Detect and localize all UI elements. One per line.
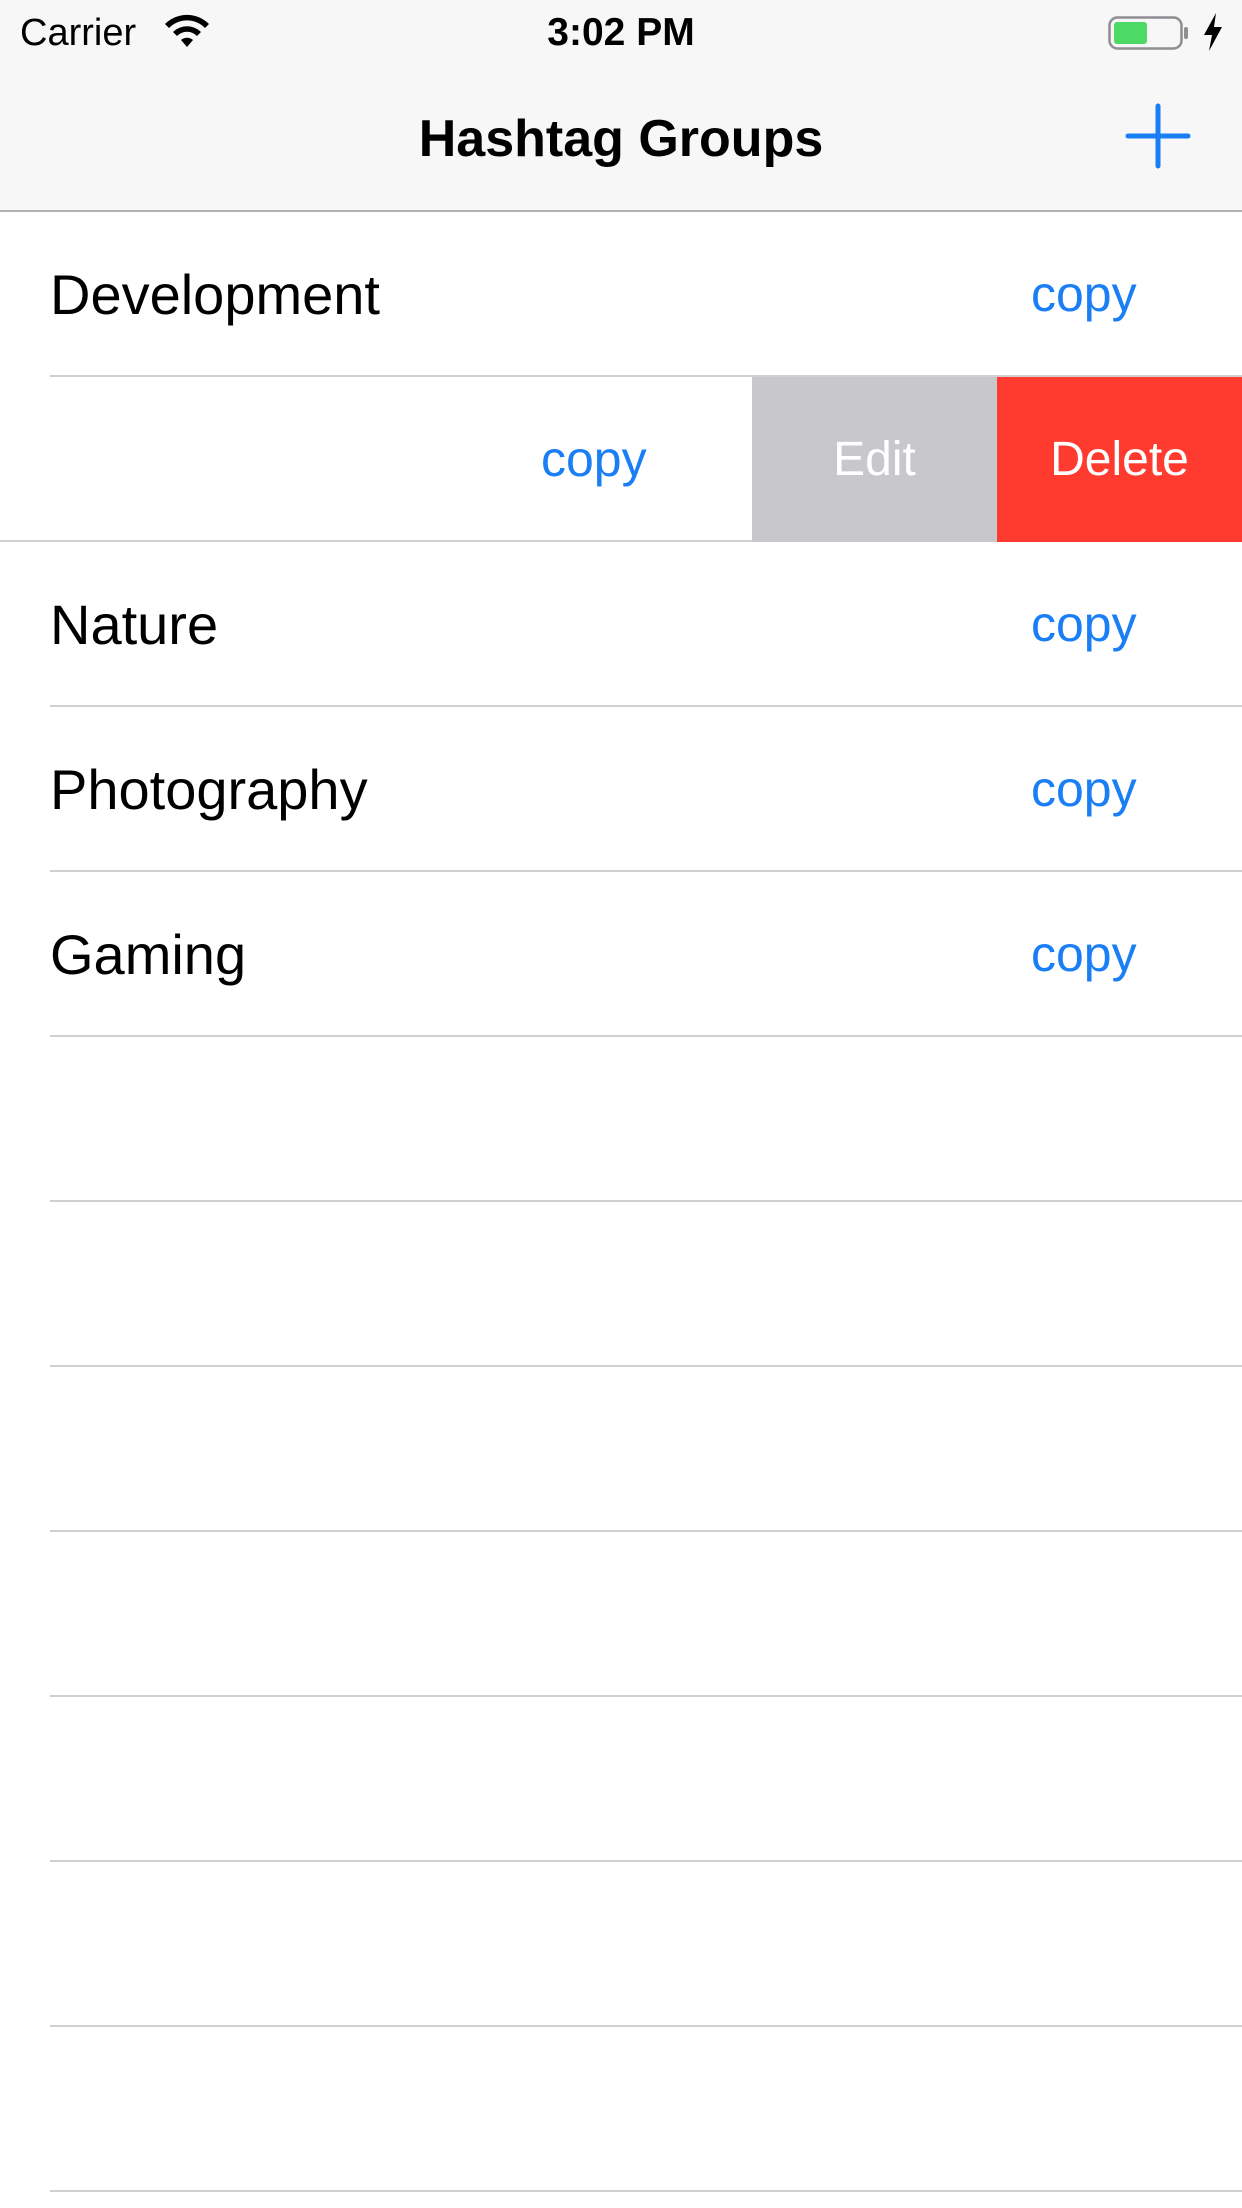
row-divider	[50, 2190, 1242, 2192]
page-title: Hashtag Groups	[418, 110, 824, 168]
copy-button[interactable]: copy	[1031, 542, 1137, 707]
group-title: Nature	[50, 593, 219, 656]
navigation-bar: Carrier 3:02 PM Hashtag Groups	[0, 0, 1242, 212]
group-title: Development	[50, 263, 380, 326]
delete-button[interactable]: Delete	[997, 377, 1242, 542]
empty-row	[0, 1037, 1242, 1202]
hashtag-groups-screen: Carrier 3:02 PM Hashtag Groups Developme…	[0, 0, 1242, 2208]
charging-bolt-icon	[1204, 13, 1222, 51]
status-time: 3:02 PM	[547, 11, 695, 54]
battery-icon	[1108, 16, 1188, 50]
empty-row	[0, 1697, 1242, 1862]
table-row-swiped[interactable]: copy Edit Delete	[0, 377, 1242, 542]
copy-button[interactable]: copy	[1031, 707, 1137, 872]
table-row[interactable]: Photography copy	[0, 707, 1242, 872]
status-bar: Carrier 3:02 PM	[0, 0, 1242, 66]
table-row[interactable]: Nature copy	[0, 542, 1242, 707]
add-group-button[interactable]	[1122, 100, 1194, 172]
copy-button[interactable]: copy	[541, 377, 647, 542]
empty-row	[0, 1367, 1242, 1532]
edit-button[interactable]: Edit	[752, 377, 997, 542]
empty-row	[0, 1532, 1242, 1697]
copy-button[interactable]: copy	[1031, 212, 1137, 377]
copy-button[interactable]: copy	[1031, 872, 1137, 1037]
swiped-row-content: copy	[0, 377, 752, 542]
group-title: Gaming	[50, 923, 247, 986]
group-title: Photography	[50, 758, 368, 821]
table-row[interactable]: Development copy	[0, 212, 1242, 377]
empty-row	[0, 1862, 1242, 2027]
table-row[interactable]: Gaming copy	[0, 872, 1242, 1037]
empty-row	[0, 1202, 1242, 1367]
empty-row	[0, 2027, 1242, 2192]
